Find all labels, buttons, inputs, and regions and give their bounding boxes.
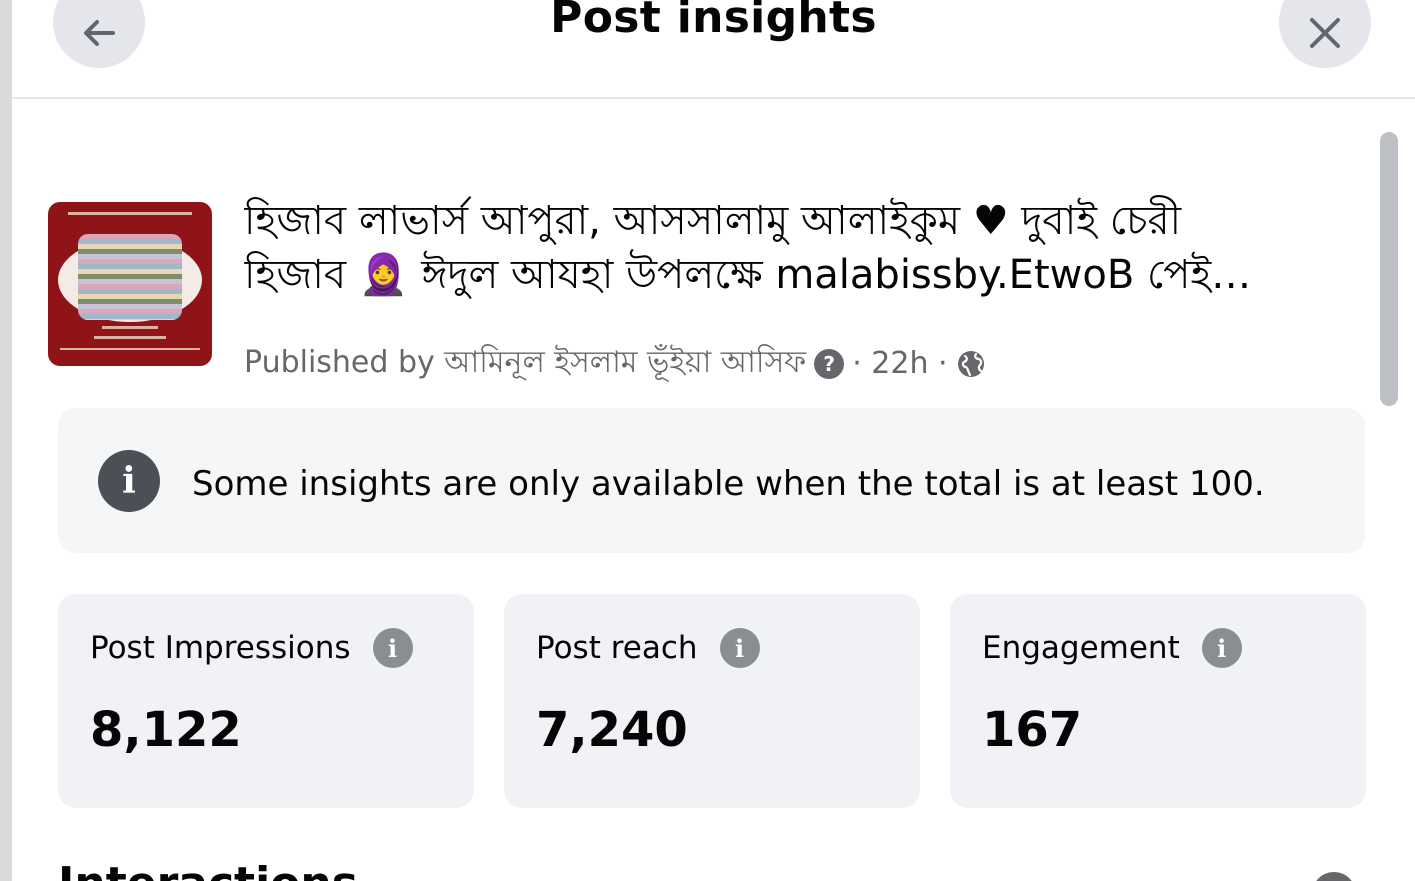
post-thumbnail[interactable]	[48, 202, 212, 366]
info-icon[interactable]: i	[719, 628, 760, 668]
info-icon[interactable]: i	[372, 628, 413, 668]
metric-value: 7,240	[536, 702, 688, 758]
metric-card-post-reach: Post reach i 7,240	[504, 594, 920, 808]
post-caption[interactable]: হিজাব লাভার্স আপুরা, আসসালামু আলাইকুম ♥ …	[244, 194, 1344, 302]
metric-label-row: Post Impressions i	[90, 628, 413, 668]
dialog-title: Post insights	[550, 0, 877, 43]
insights-threshold-notice: i Some insights are only available when …	[58, 408, 1365, 553]
metric-label-row: Engagement i	[982, 628, 1242, 668]
metric-value: 167	[982, 702, 1083, 758]
metric-label: Engagement	[982, 630, 1180, 666]
metric-label: Post reach	[536, 630, 698, 666]
post-time: · 22h ·	[852, 346, 948, 381]
info-icon[interactable]: i	[1201, 628, 1242, 668]
thumbnail-caption-line	[102, 326, 158, 329]
info-icon: i	[98, 450, 160, 512]
metric-card-post-impressions: Post Impressions i 8,122	[58, 594, 474, 808]
metric-label: Post Impressions	[90, 630, 351, 666]
close-button[interactable]	[1279, 0, 1371, 68]
published-by-label: Published by আমিনূল ইসলাম ভূঁইয়া আসিফ	[244, 345, 807, 380]
post-insights-dialog: Post insights হিজাব লাভার্স আপুরা, আসসাল…	[12, 0, 1415, 881]
thumbnail-caption-line	[94, 336, 166, 339]
post-summary: হিজাব লাভার্স আপুরা, আসসালামু আলাইকুম ♥ …	[48, 198, 1348, 382]
help-icon[interactable]: ?	[814, 348, 845, 379]
notice-text: Some insights are only available when th…	[192, 464, 1265, 504]
thumbnail-hijab-stack	[78, 234, 182, 320]
thumbnail-footer-line	[60, 348, 200, 350]
interactions-section-title: Interactions	[58, 858, 358, 881]
post-meta: Published by আমিনূল ইসলাম ভূঁইয়া আসিফ ?…	[244, 338, 986, 389]
metric-label-row: Post reach i	[536, 628, 760, 668]
info-icon[interactable]	[1312, 872, 1356, 881]
close-icon	[1310, 18, 1340, 48]
scrollbar-thumb[interactable]	[1380, 132, 1398, 406]
globe-icon	[957, 350, 984, 377]
post-caption-line-1: হিজাব লাভার্স আপুরা, আসসালামু আলাইকুম ♥ …	[244, 198, 1182, 244]
dialog-header: Post insights	[12, 0, 1415, 99]
page-backdrop	[0, 0, 12, 881]
post-caption-line-2: হিজাব 🧕 ঈদুল আযহা উপলক্ষে malabissby.Etw…	[244, 252, 1252, 298]
metric-value: 8,122	[90, 702, 242, 758]
thumbnail-banner-text	[68, 212, 192, 215]
metric-card-engagement: Engagement i 167	[950, 594, 1366, 808]
